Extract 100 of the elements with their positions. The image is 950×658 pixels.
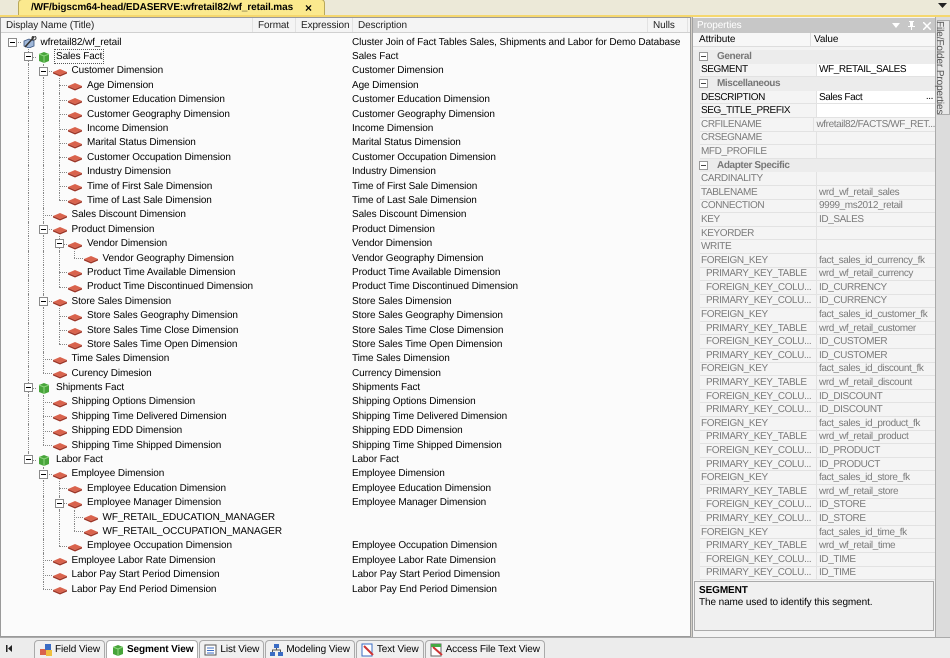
close-icon[interactable]: ×	[305, 2, 312, 14]
column-header[interactable]: Attribute	[693, 32, 811, 46]
tree-item[interactable]: Curency Dimesion	[70, 366, 154, 381]
property-value: wrd_wf_retail_customer	[819, 322, 917, 336]
attribute-name: PRIMARY_KEY_COLU...	[705, 403, 812, 418]
attribute-name: FOREIGN_KEY_COLU...	[705, 280, 812, 295]
dropdown-arrow-icon[interactable]	[938, 3, 947, 9]
collapse-icon[interactable]	[39, 297, 48, 306]
property-value: ID_STORE	[819, 498, 867, 512]
column-header[interactable]: Description	[353, 18, 648, 32]
collapse-icon[interactable]	[54, 498, 64, 508]
tree-item[interactable]: Shipments Fact	[54, 380, 126, 396]
view-tab[interactable]: List View	[199, 640, 264, 658]
collapse-icon[interactable]	[24, 52, 32, 62]
property-value: ID_DISCOUNT	[819, 403, 884, 418]
property-value: Sales Fact	[819, 90, 864, 105]
property-value: fact_sales_id_product_fk	[819, 416, 922, 431]
tree-item[interactable]: Income Dimension	[85, 121, 170, 136]
tree-item[interactable]: Labor Pay End Period Dimension	[70, 582, 218, 597]
description-cell-text: Cluster Join of Fact Tables Sales, Shipments and Labor for Demo Database	[352, 36, 680, 50]
column-header[interactable]: Value	[811, 32, 935, 46]
collapse-icon[interactable]	[39, 470, 48, 479]
first-page-icon[interactable]	[6, 645, 12, 652]
tree-item[interactable]: Sales Discount Dimension	[70, 207, 188, 222]
tree-item[interactable]: Product Dimension	[70, 222, 156, 237]
tree-item[interactable]: Customer Geography Dimension	[85, 106, 232, 122]
description-cell-text: Customer Geography Dimension	[352, 108, 495, 122]
attribute-name: FOREIGN_KEY_COLU...	[705, 552, 812, 567]
tree-item[interactable]: Product Time Available Dimension	[85, 264, 238, 280]
collapse-icon[interactable]	[8, 38, 17, 47]
tree-item[interactable]: Product Time Discontinued Dimension	[85, 279, 256, 294]
tree-item[interactable]: Shipping Time Delivered Dimension	[70, 408, 229, 424]
collapse-icon[interactable]	[39, 225, 48, 234]
cube-icon	[36, 50, 52, 63]
tree-item[interactable]: Time of First Sale Dimension	[85, 178, 214, 194]
tree-item[interactable]: Store Sales Time Open Dimension	[85, 336, 240, 352]
attribute-name: FOREIGN_KEY	[700, 416, 768, 431]
collapse-icon[interactable]	[54, 239, 64, 248]
collapse-icon[interactable]	[39, 66, 48, 76]
document-tab[interactable]: /WF/bigscm64-head/EDASERVE:wfretail82/wf_retail.mas ×	[18, 0, 325, 15]
description-cell-text: Shipping Time Shipped Dimension	[352, 438, 502, 453]
tree-item[interactable]: Store Sales Time Close Dimension	[85, 322, 240, 338]
tree-item[interactable]: Shipping Time Shipped Dimension	[70, 438, 224, 453]
side-tab[interactable]: File/Folder Properties	[937, 20, 950, 116]
attribute-name: FOREIGN_KEY_COLU...	[705, 498, 812, 512]
tree-item[interactable]: Customer Education Dimension	[85, 92, 227, 108]
ellipsis-button[interactable]: ...	[924, 92, 935, 102]
tree-item[interactable]: Vendor Geography Dimension	[100, 250, 236, 266]
tree-item[interactable]: Sales Fact	[54, 49, 104, 64]
description-cell-text: Industry Dimension	[352, 165, 436, 180]
collapse-icon[interactable]	[699, 79, 708, 88]
tree-item[interactable]: Time Sales Dimension	[70, 351, 172, 366]
property-value: fact_sales_id_discount_fk	[819, 362, 925, 376]
tree-item[interactable]: wfretail82/wf_retail	[38, 34, 124, 50]
attribute-name: PRIMARY_KEY_TABLE	[705, 267, 807, 282]
tree-item[interactable]: Labor Fact	[54, 452, 105, 468]
collapse-icon[interactable]	[699, 52, 708, 62]
view-tab[interactable]: Segment View	[106, 640, 198, 658]
list-icon	[204, 642, 218, 656]
tree-item[interactable]: Employee Education Dimension	[85, 480, 228, 496]
collapse-icon[interactable]	[699, 161, 708, 170]
tree-item[interactable]: Employee Occupation Dimension	[85, 538, 234, 554]
category-label: General	[717, 50, 752, 64]
tree-item[interactable]: Store Sales Dimension	[70, 294, 174, 309]
property-value: wrd_wf_retail_store	[819, 484, 900, 499]
tree-item[interactable]: Store Sales Geography Dimension	[85, 308, 240, 324]
column-header[interactable]: Display Name (Title)	[1, 18, 253, 32]
view-tab[interactable]: Text View	[356, 640, 424, 658]
view-tab[interactable]: Access File Text View	[424, 640, 545, 658]
collapse-icon[interactable]	[24, 383, 32, 392]
view-tab[interactable]: Field View	[34, 640, 105, 658]
tree-item[interactable]: Age Dimension	[85, 78, 156, 93]
property-value: ID_SALES	[819, 212, 865, 227]
attribute-name: PRIMARY_KEY_COLU...	[705, 294, 812, 308]
column-header[interactable]: Expression	[296, 18, 353, 32]
tree-item[interactable]: Time of Last Sale Dimension	[85, 193, 214, 208]
tree-item[interactable]: Employee Labor Rate Dimension	[70, 552, 218, 568]
tree-item[interactable]: Customer Occupation Dimension	[85, 150, 233, 165]
collapse-icon[interactable]	[24, 455, 32, 464]
tree-item[interactable]: WF_RETAIL_EDUCATION_MANAGER	[100, 510, 278, 525]
tree-item[interactable]: Marital Status Dimension	[85, 135, 198, 150]
description-cell-text: Employee Education Dimension	[352, 482, 491, 496]
description-cell-text: Product Time Available Dimension	[352, 266, 500, 280]
property-value: wrd_wf_retail_discount	[819, 376, 914, 390]
column-header[interactable]: Format	[253, 18, 296, 32]
property-value: wrd_wf_retail_sales	[819, 186, 900, 200]
tree-item[interactable]: Labor Pay Start Period Dimension	[70, 567, 222, 582]
tree-item[interactable]: Employee Manager Dimension	[85, 495, 224, 510]
tree-item[interactable]: Shipping Options Dimension	[70, 394, 198, 410]
view-tab[interactable]: Modeling View	[265, 640, 355, 658]
tree-item[interactable]: WF_RETAIL_OCCUPATION_MANAGER	[100, 524, 284, 539]
tree-item[interactable]: Customer Dimension	[70, 63, 166, 78]
description-cell-text: Income Dimension	[352, 122, 434, 136]
tree-item[interactable]: Vendor Dimension	[85, 236, 170, 252]
column-header[interactable]: Nulls	[648, 18, 688, 32]
attribute-name: FOREIGN_KEY	[700, 308, 768, 322]
tree-item[interactable]: Shipping EDD Dimension	[70, 423, 184, 438]
description-cell-text: Currency Dimension	[352, 366, 441, 381]
tree-item[interactable]: Employee Dimension	[70, 466, 166, 482]
tree-item[interactable]: Industry Dimension	[85, 164, 173, 180]
